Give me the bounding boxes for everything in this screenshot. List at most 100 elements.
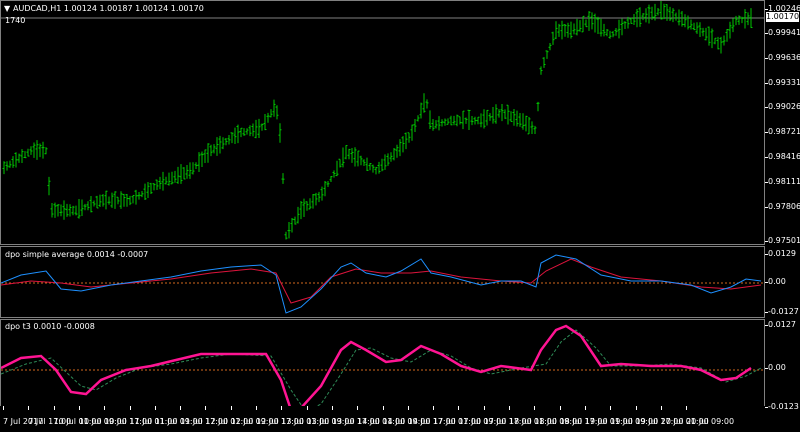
- ohlc-bar: [440, 119, 444, 127]
- ohlc-bar: [89, 196, 93, 213]
- ohlc-bar: [248, 125, 252, 137]
- price-axis[interactable]: 1.00246 0.99941 0.99636 0.99331 0.99026 0.987…: [764, 0, 800, 245]
- ohlc-bar: [605, 28, 609, 37]
- price-tick-label: 0.98721: [764, 127, 800, 136]
- ohlc-bar: [32, 142, 36, 158]
- ohlc-bar: [710, 28, 714, 49]
- ohlc-bar: [290, 218, 294, 233]
- ohlc-bar: [506, 104, 510, 125]
- ohlc-bar: [518, 112, 522, 127]
- ohlc-bar: [110, 192, 114, 208]
- ohlc-bar: [476, 116, 480, 125]
- ohlc-bar: [500, 103, 504, 122]
- ohlc-bar: [722, 35, 726, 46]
- price-tick-label: 0.99331: [764, 78, 800, 87]
- ohlc-bar: [467, 109, 471, 130]
- time-tick: [458, 406, 460, 410]
- dpo-simple-average-pane[interactable]: dpo simple average 0.0014 -0.0007: [0, 246, 765, 318]
- time-tick: [230, 406, 232, 410]
- ohlc-bar: [371, 164, 375, 173]
- ohlc-bar: [266, 112, 270, 123]
- ohlc-bar: [608, 30, 612, 39]
- indicator2-axis[interactable]: 0.0127 0.00 -0.0123: [765, 319, 800, 411]
- time-tick: [509, 406, 510, 410]
- ohlc-bar: [35, 140, 39, 160]
- ohlc-bar: [242, 128, 246, 136]
- ohlc-bar: [77, 199, 81, 219]
- ohlc-bar: [725, 28, 729, 42]
- ohlc-bar: [743, 9, 747, 29]
- ohlc-bar: [662, 3, 666, 20]
- time-tick: [433, 406, 435, 410]
- ohlc-bar: [140, 191, 144, 198]
- price-chart-pane[interactable]: AUDCAD,H1 1.00124 1.00187 1.00124 1.0017…: [0, 0, 765, 245]
- ohlc-bar: [347, 148, 351, 160]
- indicator1-axis[interactable]: 0.0129 0.00 -0.0127: [765, 246, 800, 318]
- ohlc-bar: [5, 161, 9, 171]
- ohlc-bar: [572, 23, 576, 35]
- ohlc-bar: [107, 196, 111, 205]
- ohlc-bar: [269, 109, 273, 118]
- ohlc-bar: [41, 141, 45, 159]
- ohlc-bar: [17, 153, 21, 163]
- ohlc-bar: [383, 154, 387, 170]
- dpo-t3-pane[interactable]: dpo t3 0.0010 -0.0008: [0, 319, 765, 407]
- ohlc-bar: [590, 12, 594, 30]
- ohlc-bar: [368, 163, 372, 171]
- price-tick-label: 0.97501: [764, 236, 800, 245]
- ohlc-bar: [44, 147, 48, 155]
- ohlc-bar: [719, 36, 723, 54]
- ohlc-bar: [74, 205, 78, 216]
- ohlc-bar: [644, 8, 648, 23]
- ohlc-bar: [503, 109, 507, 119]
- ohlc-bar: [113, 191, 117, 209]
- ohlc-bar: [356, 150, 360, 167]
- ohlc-bar: [734, 15, 738, 26]
- ohlc-bar: [554, 21, 558, 39]
- dropdown-triangle-icon[interactable]: ▼: [4, 4, 10, 13]
- ohlc-bar: [230, 132, 234, 144]
- time-tick: [104, 406, 106, 410]
- ohlc-bar: [464, 117, 468, 124]
- ohlc-bar: [221, 137, 225, 150]
- ohlc-bar: [407, 132, 411, 143]
- ohlc-bar: [278, 123, 282, 143]
- fast-dpo-line: [1, 254, 762, 314]
- time-tick: [205, 406, 207, 410]
- time-axis[interactable]: 7 Jul 2017 7 Jul 17:00 10 Jul 01:00 10 Jul …: [0, 406, 765, 432]
- ohlc-bar: [86, 201, 90, 211]
- price-bars: [1, 1, 764, 240]
- ohlc-bar: [566, 22, 570, 38]
- ohlc-bar: [377, 161, 381, 174]
- ohlc-bar: [146, 181, 150, 199]
- ohlc-bar: [716, 36, 720, 50]
- ohlc-bar: [239, 127, 243, 138]
- ohlc-bar: [632, 13, 636, 25]
- time-tick: [559, 406, 561, 410]
- ohlc-bar: [53, 202, 57, 218]
- ohlc-bar: [332, 170, 336, 178]
- ohlc-bar: [350, 148, 354, 163]
- ohlc-bar: [173, 170, 177, 183]
- ohlc-bar: [263, 113, 267, 131]
- ohlc-bar: [218, 135, 222, 154]
- ohlc-bar: [596, 16, 600, 34]
- time-tick: [331, 406, 333, 410]
- ohlc-bar: [623, 21, 627, 29]
- ohlc-bar: [131, 194, 135, 204]
- ohlc-bar: [62, 200, 66, 220]
- ohlc-bar: [671, 8, 675, 23]
- time-tick: [610, 406, 612, 410]
- ohlc-bar: [272, 99, 276, 117]
- ohlc-bar: [494, 104, 498, 124]
- ohlc-bar: [341, 147, 345, 168]
- ohlc-bar: [254, 119, 258, 139]
- price-tick-label: 0.98111: [764, 177, 800, 186]
- symbol-info: AUDCAD,H1 1.00124 1.00187 1.00124 1.0017…: [13, 4, 204, 13]
- ohlc-bar: [83, 203, 87, 211]
- ohlc-bar: [533, 125, 537, 134]
- ohlc-bar: [236, 124, 240, 144]
- ohlc-bar: [281, 173, 285, 184]
- ohlc-bar: [338, 158, 342, 168]
- ohlc-bar: [119, 191, 123, 209]
